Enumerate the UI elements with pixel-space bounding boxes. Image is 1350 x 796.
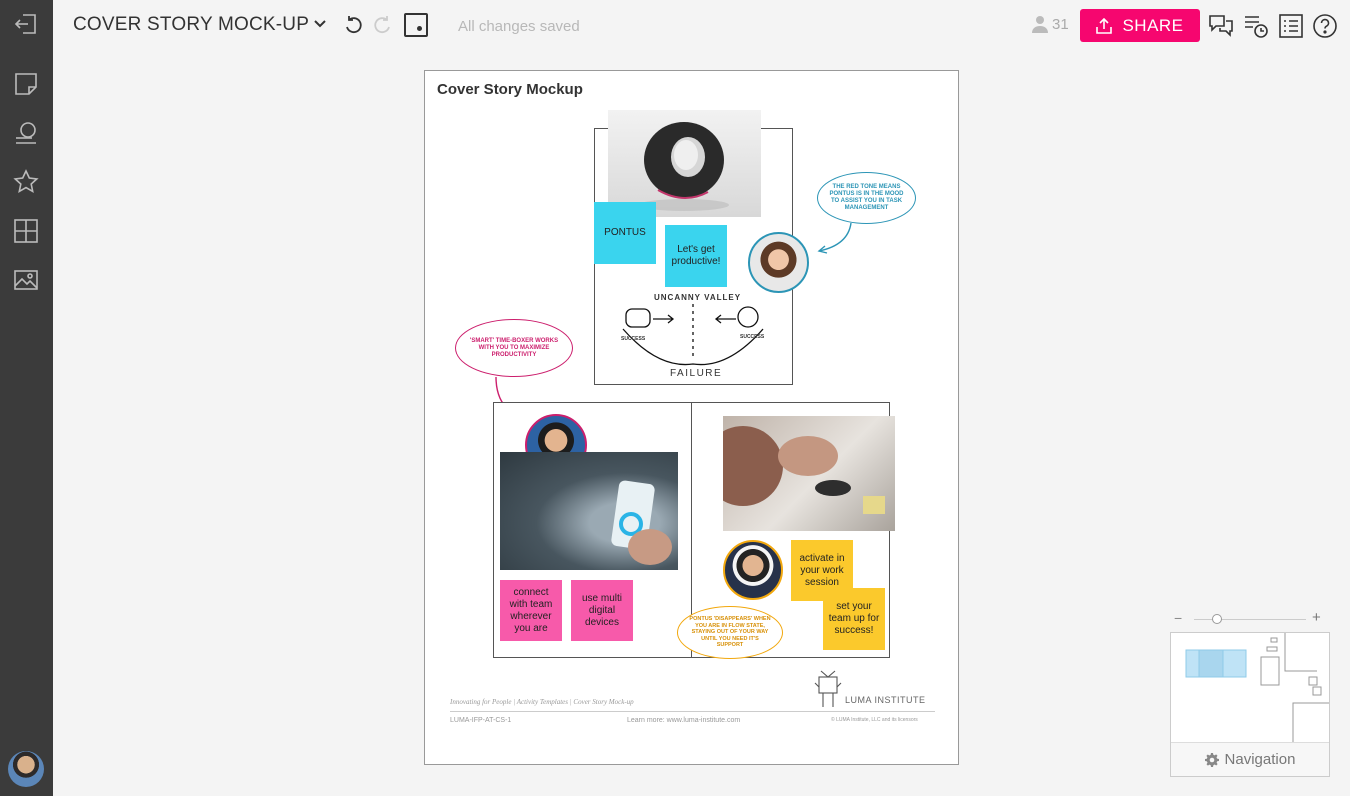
template-footer-caption: Innovating for People | Activity Templat… bbox=[450, 698, 634, 706]
arrow-connector bbox=[817, 222, 852, 254]
workshop-photo[interactable] bbox=[723, 416, 895, 531]
left-sidebar bbox=[0, 0, 53, 796]
copyright-text: © LUMA Institute, LLC and its licensors bbox=[831, 717, 918, 723]
product-photo[interactable] bbox=[608, 110, 761, 217]
comments-icon[interactable] bbox=[1207, 12, 1235, 40]
top-toolbar: COVER STORY MOCK-UP All changes saved 31… bbox=[53, 0, 1350, 52]
speech-bubble-smart-timeboxer[interactable]: 'Smart' time-boxer works with you to max… bbox=[455, 319, 573, 377]
exit-icon[interactable] bbox=[12, 10, 40, 38]
luma-logo: LUMA INSTITUTE bbox=[813, 669, 938, 709]
zoom-out-button[interactable]: − bbox=[1174, 610, 1182, 626]
outline-list-icon[interactable] bbox=[1277, 12, 1305, 40]
activity-history-icon[interactable] bbox=[1242, 12, 1270, 40]
luma-logo-text: LUMA INSTITUTE bbox=[845, 695, 926, 705]
navigation-toggle[interactable]: Navigation bbox=[1171, 742, 1329, 776]
redo-icon[interactable] bbox=[371, 14, 393, 41]
upload-icon bbox=[1096, 17, 1113, 34]
sticky-productive[interactable]: Let's get productive! bbox=[665, 225, 727, 287]
sticky-setup-success[interactable]: set your team up for success! bbox=[823, 588, 885, 650]
zoom-slider-handle[interactable] bbox=[1212, 614, 1222, 624]
collaborator-count[interactable]: 31 bbox=[1031, 15, 1069, 33]
zoom-control: − + bbox=[1172, 609, 1330, 628]
grid-template-icon[interactable] bbox=[12, 217, 40, 245]
chevron-down-icon[interactable] bbox=[313, 17, 327, 36]
save-status: All changes saved bbox=[458, 18, 580, 35]
minimap[interactable] bbox=[1171, 633, 1329, 742]
share-button[interactable]: SHARE bbox=[1080, 9, 1200, 42]
speech-bubble-disappears[interactable]: Pontus 'disappears' when you are in flow… bbox=[677, 606, 783, 659]
speech-bubble-red-tone[interactable]: The red tone means Pontus is in the mood… bbox=[817, 172, 916, 224]
user-count-value: 31 bbox=[1052, 15, 1069, 33]
user-avatar[interactable] bbox=[8, 751, 44, 787]
sketch-left-label: SUCCESS bbox=[621, 336, 646, 342]
template-code: LUMA-IFP-AT-CS-1 bbox=[450, 717, 512, 724]
navigation-panel[interactable]: Navigation bbox=[1170, 632, 1330, 777]
persona-avatar-woman[interactable] bbox=[748, 232, 809, 293]
board-canvas[interactable]: Cover Story Mockup PONTUS Let's get prod… bbox=[424, 70, 959, 765]
shapes-icon[interactable] bbox=[12, 119, 40, 147]
board-title: Cover Story Mockup bbox=[437, 81, 583, 98]
undo-icon[interactable] bbox=[343, 14, 365, 41]
share-label: SHARE bbox=[1122, 15, 1184, 35]
uncanny-valley-sketch[interactable]: UNCANNY VALLEY FAILURE SUCCESS SUCCESS bbox=[618, 289, 768, 381]
footer-divider bbox=[450, 711, 935, 712]
help-icon[interactable] bbox=[1311, 12, 1339, 40]
frame-icon[interactable] bbox=[404, 13, 428, 37]
image-icon[interactable] bbox=[12, 266, 40, 294]
sketch-top-label: UNCANNY VALLEY bbox=[654, 293, 742, 302]
sticky-connect-team[interactable]: connect with team wherever you are bbox=[500, 580, 562, 641]
navigation-label: Navigation bbox=[1224, 751, 1296, 768]
sketch-right-label: SUCCESS bbox=[740, 334, 765, 340]
document-title[interactable]: COVER STORY MOCK-UP bbox=[73, 14, 309, 36]
star-icon[interactable] bbox=[12, 168, 40, 196]
phone-photo[interactable] bbox=[500, 452, 678, 570]
luma-mascot-icon bbox=[814, 670, 842, 707]
gear-icon bbox=[1204, 752, 1219, 767]
zoom-in-button[interactable]: + bbox=[1312, 609, 1321, 626]
sketch-bottom-label: FAILURE bbox=[670, 368, 723, 379]
learn-more-link[interactable]: Learn more: www.luma-institute.com bbox=[627, 717, 740, 724]
persona-avatar-man-right[interactable] bbox=[723, 540, 783, 600]
user-icon bbox=[1032, 16, 1048, 33]
sticky-note-icon[interactable] bbox=[12, 70, 40, 98]
sticky-pontus[interactable]: PONTUS bbox=[594, 202, 656, 264]
sticky-multi-devices[interactable]: use multi digital devices bbox=[571, 580, 633, 641]
zoom-slider-track[interactable] bbox=[1194, 619, 1306, 620]
